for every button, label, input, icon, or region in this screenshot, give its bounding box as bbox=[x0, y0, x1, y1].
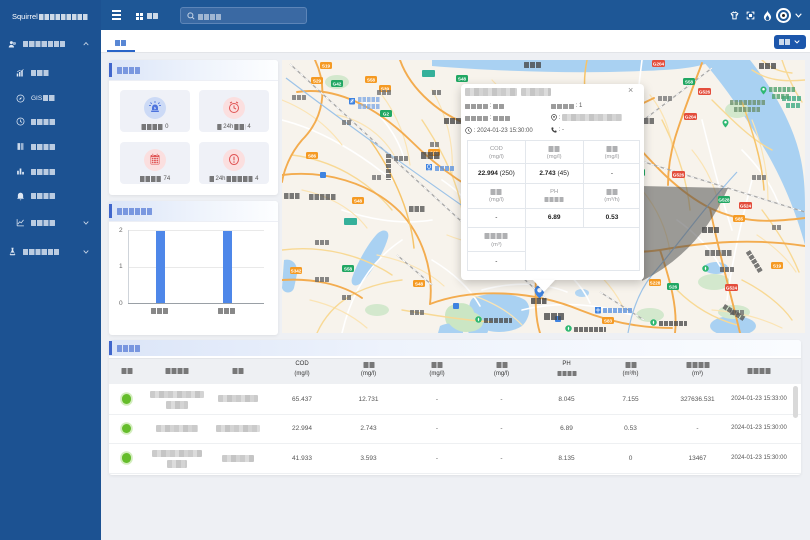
svg-text:S48: S48 bbox=[458, 77, 467, 82]
svg-text:S48: S48 bbox=[415, 282, 424, 287]
svg-text:G528: G528 bbox=[718, 198, 730, 203]
svg-text:S29: S29 bbox=[313, 79, 322, 84]
svg-text:G524: G524 bbox=[740, 204, 752, 209]
svg-text:S48: S48 bbox=[354, 199, 363, 204]
svg-text:S83: S83 bbox=[604, 319, 613, 324]
svg-text:G204: G204 bbox=[685, 115, 697, 120]
svg-text:G526: G526 bbox=[699, 90, 711, 95]
svg-text:S228: S228 bbox=[650, 281, 661, 286]
svg-text:S342: S342 bbox=[291, 269, 302, 274]
svg-text:S86: S86 bbox=[308, 154, 317, 159]
svg-text:G42: G42 bbox=[333, 82, 342, 87]
svg-text:S85: S85 bbox=[735, 217, 744, 222]
svg-text:S26: S26 bbox=[669, 285, 678, 290]
svg-text:G2: G2 bbox=[383, 112, 390, 117]
svg-text:S58: S58 bbox=[367, 78, 376, 83]
svg-text:S19: S19 bbox=[773, 264, 782, 269]
svg-text:S58: S58 bbox=[685, 80, 694, 85]
svg-text:S58: S58 bbox=[344, 267, 353, 272]
svg-text:G204: G204 bbox=[653, 62, 665, 67]
svg-text:G526: G526 bbox=[673, 173, 685, 178]
svg-text:G524: G524 bbox=[726, 286, 738, 291]
svg-text:S19: S19 bbox=[322, 64, 331, 69]
